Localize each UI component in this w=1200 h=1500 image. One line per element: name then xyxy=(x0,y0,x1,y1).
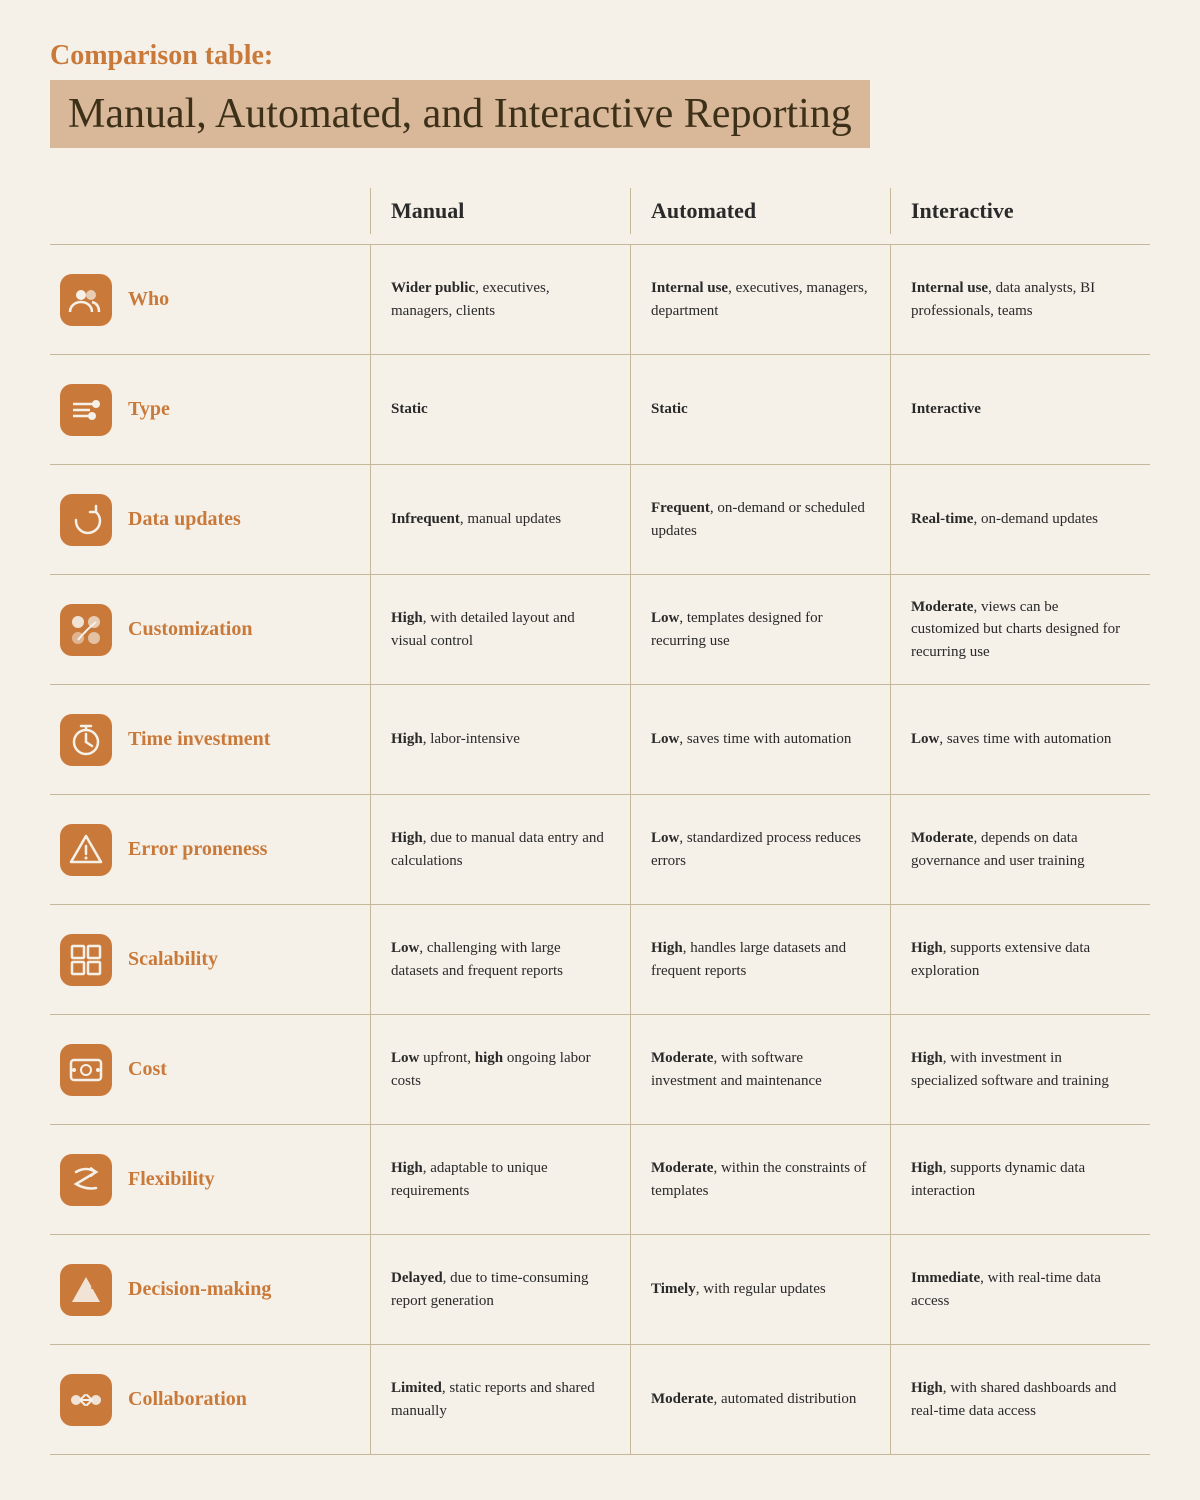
cell-interactive-customization: Moderate, views can be customized but ch… xyxy=(890,575,1150,684)
cell-interactive-scalability: High, supports extensive data exploratio… xyxy=(890,905,1150,1014)
table-row-cost: Cost Low upfront, high ongoing labor cos… xyxy=(50,1015,1150,1125)
table-row-type: Type Static Static Interactive xyxy=(50,355,1150,465)
icon-customization xyxy=(60,604,112,656)
cell-automated-customization: Low, templates designed for recurring us… xyxy=(630,575,890,684)
cell-interactive-collaboration: High, with shared dashboards and real-ti… xyxy=(890,1345,1150,1454)
table-row-customization: Customization High, with detailed layout… xyxy=(50,575,1150,685)
row-label-decision-making: Decision-making xyxy=(50,1235,370,1344)
cell-interactive-type: Interactive xyxy=(890,355,1150,464)
icon-decision-making xyxy=(60,1264,112,1316)
cell-interactive-data-updates: Real-time, on-demand updates xyxy=(890,465,1150,574)
label-text-flexibility: Flexibility xyxy=(128,1168,215,1191)
header-label xyxy=(50,188,370,234)
row-label-error-proneness: Error proneness xyxy=(50,795,370,904)
row-label-data-updates: Data updates xyxy=(50,465,370,574)
page-title: Manual, Automated, and Interactive Repor… xyxy=(50,80,870,148)
table-row-data-updates: Data updates Infrequent, manual updates … xyxy=(50,465,1150,575)
cell-manual-time-investment: High, labor-intensive xyxy=(370,685,630,794)
label-text-data-updates: Data updates xyxy=(128,508,241,531)
cell-interactive-flexibility: High, supports dynamic data interaction xyxy=(890,1125,1150,1234)
cell-automated-collaboration: Moderate, automated distribution xyxy=(630,1345,890,1454)
row-label-flexibility: Flexibility xyxy=(50,1125,370,1234)
cell-manual-data-updates: Infrequent, manual updates xyxy=(370,465,630,574)
cell-interactive-decision-making: Immediate, with real-time data access xyxy=(890,1235,1150,1344)
row-label-scalability: Scalability xyxy=(50,905,370,1014)
table-body: Who Wider public, executives, managers, … xyxy=(50,245,1150,1455)
comparison-table: Manual Automated Interactive Who Wider p… xyxy=(50,188,1150,1455)
label-text-customization: Customization xyxy=(128,618,252,641)
table-row-who: Who Wider public, executives, managers, … xyxy=(50,245,1150,355)
table-header: Manual Automated Interactive xyxy=(50,188,1150,245)
label-text-time-investment: Time investment xyxy=(128,728,270,751)
cell-manual-who: Wider public, executives, managers, clie… xyxy=(370,245,630,354)
cell-automated-cost: Moderate, with software investment and m… xyxy=(630,1015,890,1124)
icon-who xyxy=(60,274,112,326)
label-text-type: Type xyxy=(128,398,170,421)
cell-interactive-cost: High, with investment in specialized sof… xyxy=(890,1015,1150,1124)
cell-automated-data-updates: Frequent, on-demand or scheduled updates xyxy=(630,465,890,574)
icon-collaboration xyxy=(60,1374,112,1426)
icon-time-investment xyxy=(60,714,112,766)
cell-manual-cost: Low upfront, high ongoing labor costs xyxy=(370,1015,630,1124)
cell-manual-decision-making: Delayed, due to time-consuming report ge… xyxy=(370,1235,630,1344)
cell-manual-customization: High, with detailed layout and visual co… xyxy=(370,575,630,684)
icon-error-proneness xyxy=(60,824,112,876)
table-row-flexibility: Flexibility High, adaptable to unique re… xyxy=(50,1125,1150,1235)
cell-automated-time-investment: Low, saves time with automation xyxy=(630,685,890,794)
cell-manual-type: Static xyxy=(370,355,630,464)
cell-automated-decision-making: Timely, with regular updates xyxy=(630,1235,890,1344)
cell-manual-scalability: Low, challenging with large datasets and… xyxy=(370,905,630,1014)
row-label-collaboration: Collaboration xyxy=(50,1345,370,1454)
table-row-time-investment: Time investment High, labor-intensive Lo… xyxy=(50,685,1150,795)
header-manual: Manual xyxy=(370,188,630,234)
row-label-customization: Customization xyxy=(50,575,370,684)
label-text-cost: Cost xyxy=(128,1058,167,1081)
cell-automated-who: Internal use, executives, managers, depa… xyxy=(630,245,890,354)
icon-data-updates xyxy=(60,494,112,546)
label-text-who: Who xyxy=(128,288,169,311)
cell-interactive-time-investment: Low, saves time with automation xyxy=(890,685,1150,794)
row-label-who: Who xyxy=(50,245,370,354)
label-text-error-proneness: Error proneness xyxy=(128,838,267,861)
icon-flexibility xyxy=(60,1154,112,1206)
cell-interactive-who: Internal use, data analysts, BI professi… xyxy=(890,245,1150,354)
cell-interactive-error-proneness: Moderate, depends on data governance and… xyxy=(890,795,1150,904)
table-row-error-proneness: Error proneness High, due to manual data… xyxy=(50,795,1150,905)
label-text-scalability: Scalability xyxy=(128,948,218,971)
icon-cost xyxy=(60,1044,112,1096)
cell-automated-scalability: High, handles large datasets and frequen… xyxy=(630,905,890,1014)
row-label-time-investment: Time investment xyxy=(50,685,370,794)
table-row-decision-making: Decision-making Delayed, due to time-con… xyxy=(50,1235,1150,1345)
page-subtitle: Comparison table: xyxy=(50,40,1150,72)
label-text-decision-making: Decision-making xyxy=(128,1278,271,1301)
cell-manual-collaboration: Limited, static reports and shared manua… xyxy=(370,1345,630,1454)
table-row-scalability: Scalability Low, challenging with large … xyxy=(50,905,1150,1015)
icon-type xyxy=(60,384,112,436)
row-label-type: Type xyxy=(50,355,370,464)
cell-manual-error-proneness: High, due to manual data entry and calcu… xyxy=(370,795,630,904)
cell-automated-flexibility: Moderate, within the constraints of temp… xyxy=(630,1125,890,1234)
header-interactive: Interactive xyxy=(890,188,1150,234)
cell-manual-flexibility: High, adaptable to unique requirements xyxy=(370,1125,630,1234)
icon-scalability xyxy=(60,934,112,986)
header-automated: Automated xyxy=(630,188,890,234)
row-label-cost: Cost xyxy=(50,1015,370,1124)
table-row-collaboration: Collaboration Limited, static reports an… xyxy=(50,1345,1150,1455)
label-text-collaboration: Collaboration xyxy=(128,1388,247,1411)
cell-automated-type: Static xyxy=(630,355,890,464)
cell-automated-error-proneness: Low, standardized process reduces errors xyxy=(630,795,890,904)
